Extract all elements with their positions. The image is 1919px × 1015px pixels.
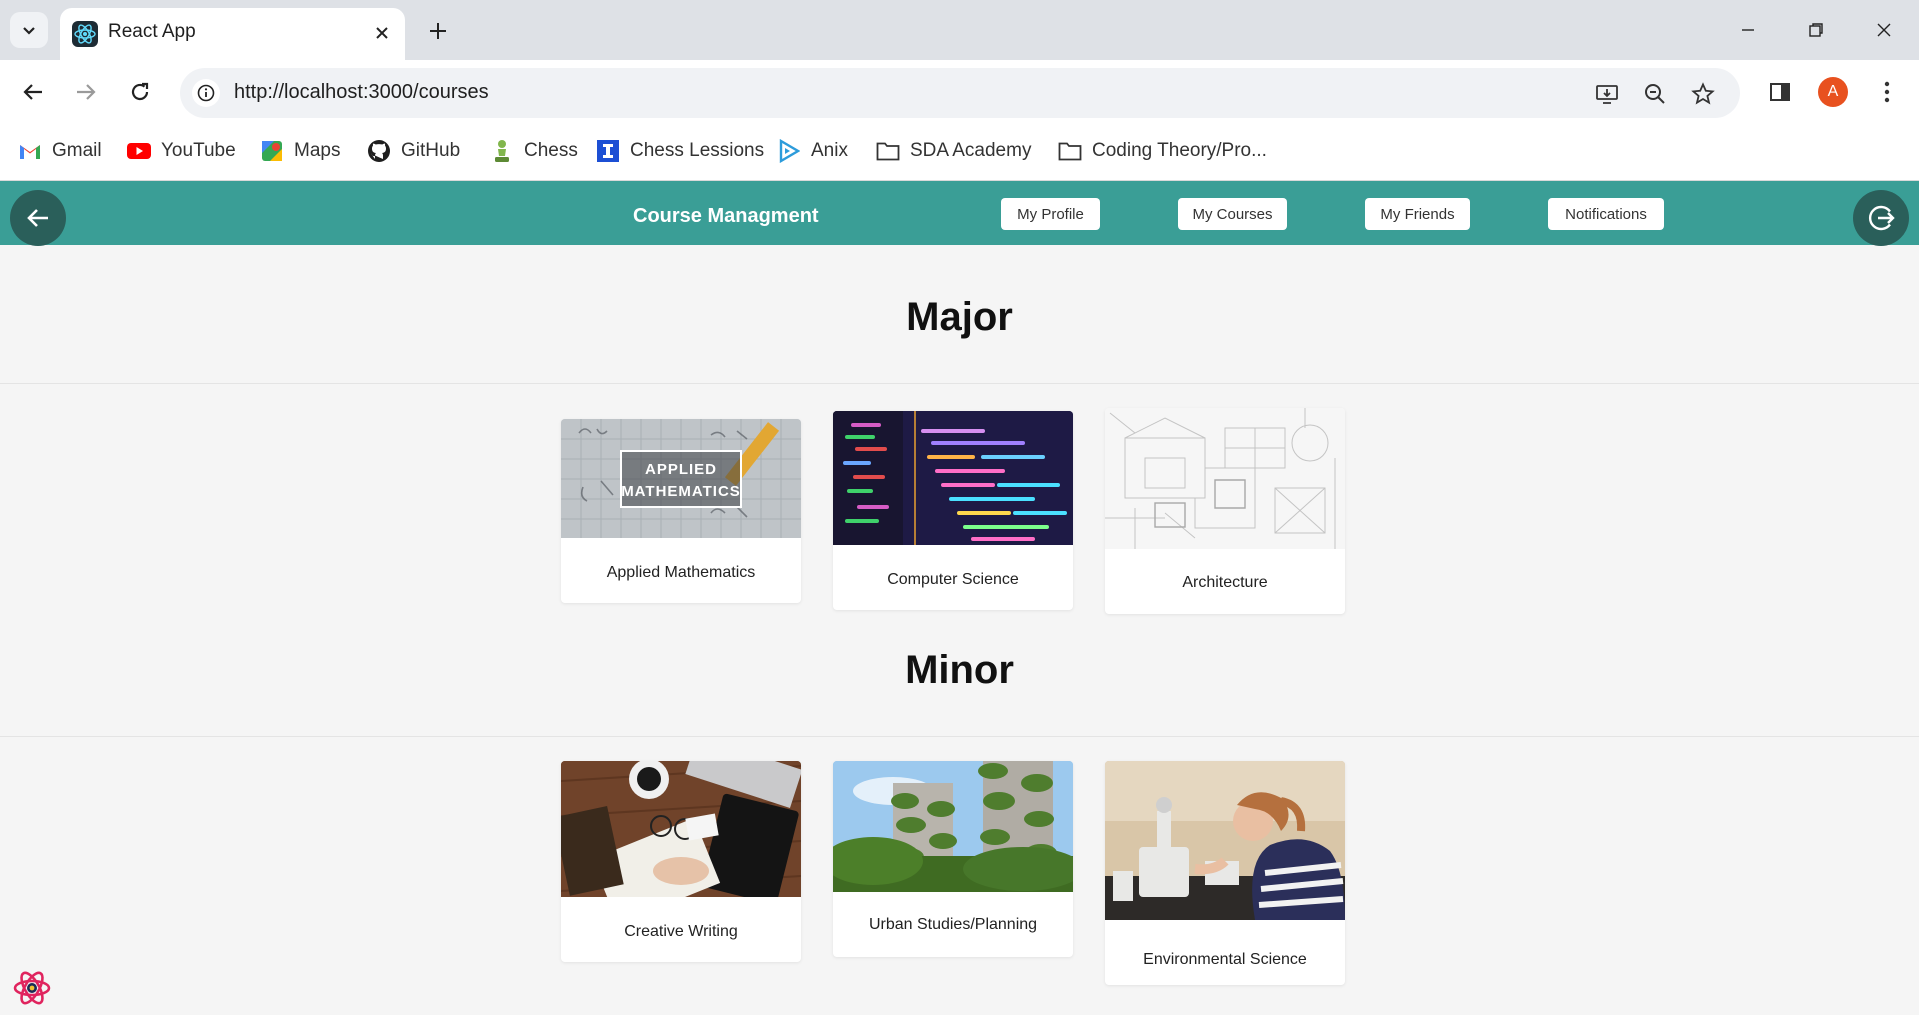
maps-icon	[260, 139, 284, 163]
bookmark-github[interactable]: GitHub	[367, 136, 460, 166]
close-window-button[interactable]	[1862, 10, 1906, 50]
bookmark-maps[interactable]: Maps	[260, 136, 340, 166]
browser-toolbar: http://localhost:3000/courses A	[0, 60, 1919, 122]
bookmark-gmail[interactable]: Gmail	[18, 136, 102, 166]
logout-icon	[1868, 205, 1895, 231]
app-title: Course Managment	[633, 205, 819, 227]
back-button[interactable]	[15, 74, 51, 110]
profile-avatar[interactable]: A	[1815, 74, 1851, 110]
new-tab-button[interactable]	[423, 16, 453, 46]
folder-icon	[876, 139, 900, 163]
image-text-line-2: MATHEMATICS	[621, 483, 741, 500]
browser-tab[interactable]: React App	[60, 8, 405, 60]
creative-writing-image	[561, 761, 801, 897]
address-bar[interactable]: http://localhost:3000/courses	[180, 68, 1740, 118]
applied-mathematics-image: APPLIED MATHEMATICS	[561, 419, 801, 538]
tab-close-icon[interactable]	[369, 20, 395, 46]
minor-divider	[0, 736, 1919, 737]
course-card-applied-mathematics[interactable]: APPLIED MATHEMATICS Applied Mathematics	[561, 419, 801, 603]
minimize-button[interactable]	[1726, 10, 1770, 50]
react-devtools-icon[interactable]	[10, 966, 54, 1010]
course-name: Applied Mathematics	[606, 564, 756, 581]
bookmark-sda-academy[interactable]: SDA Academy	[876, 136, 1031, 166]
course-card-environmental-science[interactable]: Environmental Science	[1105, 761, 1345, 985]
more-menu-icon[interactable]	[1869, 74, 1905, 110]
url-text[interactable]: http://localhost:3000/courses	[234, 81, 489, 104]
notifications-button[interactable]: Notifications	[1548, 198, 1664, 230]
chess-pawn-icon	[490, 139, 514, 163]
plus-icon	[430, 23, 446, 39]
course-card-computer-science[interactable]: Computer Science	[833, 411, 1073, 610]
major-divider	[0, 383, 1919, 384]
chess-lessons-icon	[596, 139, 620, 163]
my-profile-button[interactable]: My Profile	[1001, 198, 1100, 230]
site-info-icon[interactable]	[192, 79, 220, 107]
app-navbar: Course Managment My Profile My Courses M…	[0, 181, 1919, 246]
course-card-architecture[interactable]: Architecture	[1105, 408, 1345, 614]
my-friends-button[interactable]: My Friends	[1365, 198, 1470, 230]
forward-button[interactable]	[68, 74, 104, 110]
restore-button[interactable]	[1794, 10, 1838, 50]
reload-button[interactable]	[122, 74, 158, 110]
image-text-line-1: APPLIED	[645, 461, 717, 478]
restore-icon	[1809, 23, 1823, 37]
bookmark-chess-lessions[interactable]: Chess Lessions	[596, 136, 764, 166]
back-nav-button[interactable]	[10, 190, 66, 246]
bookmark-youtube[interactable]: YouTube	[127, 136, 236, 166]
folder-icon	[1058, 139, 1082, 163]
environmental-science-image	[1105, 761, 1345, 920]
architecture-image	[1105, 408, 1345, 549]
tab-title: React App	[108, 21, 196, 42]
tab-search-button[interactable]	[10, 12, 48, 48]
zoom-icon[interactable]	[1640, 79, 1670, 109]
arrow-left-icon	[23, 84, 42, 100]
course-card-urban-studies[interactable]: Urban Studies/Planning	[833, 761, 1073, 957]
course-name: Environmental Science	[1143, 951, 1307, 968]
arrow-left-icon	[27, 209, 48, 227]
major-heading: Major	[906, 295, 1013, 339]
computer-science-image	[833, 411, 1073, 545]
bookmark-anix[interactable]: Anix	[777, 136, 848, 166]
course-name: Urban Studies/Planning	[868, 916, 1038, 933]
react-favicon-icon	[72, 21, 98, 47]
chevron-down-icon	[23, 27, 35, 35]
bookmarks-bar: Gmail YouTube Maps GitHub Chess Chess Le…	[0, 122, 1919, 181]
minimize-icon	[1742, 29, 1754, 31]
arrow-right-icon	[77, 84, 96, 100]
bookmark-star-icon[interactable]	[1688, 79, 1718, 109]
my-courses-button[interactable]: My Courses	[1178, 198, 1287, 230]
youtube-icon	[127, 139, 151, 163]
close-icon	[1877, 23, 1891, 37]
minor-heading: Minor	[905, 648, 1014, 692]
bookmark-coding-theory[interactable]: Coding Theory/Pro...	[1058, 136, 1267, 166]
browser-tab-strip: React App	[0, 0, 1919, 60]
course-name: Creative Writing	[624, 923, 738, 940]
github-icon	[367, 139, 391, 163]
course-name: Computer Science	[887, 571, 1019, 588]
course-name: Architecture	[1182, 574, 1268, 591]
bookmark-chess[interactable]: Chess	[490, 136, 578, 166]
logout-button[interactable]	[1853, 190, 1909, 246]
play-icon	[777, 139, 801, 163]
reload-icon	[131, 82, 149, 101]
gmail-icon	[18, 139, 42, 163]
install-app-icon[interactable]	[1592, 79, 1622, 109]
course-card-creative-writing[interactable]: Creative Writing	[561, 761, 801, 962]
side-panel-icon[interactable]	[1762, 74, 1798, 110]
urban-studies-image	[833, 761, 1073, 892]
